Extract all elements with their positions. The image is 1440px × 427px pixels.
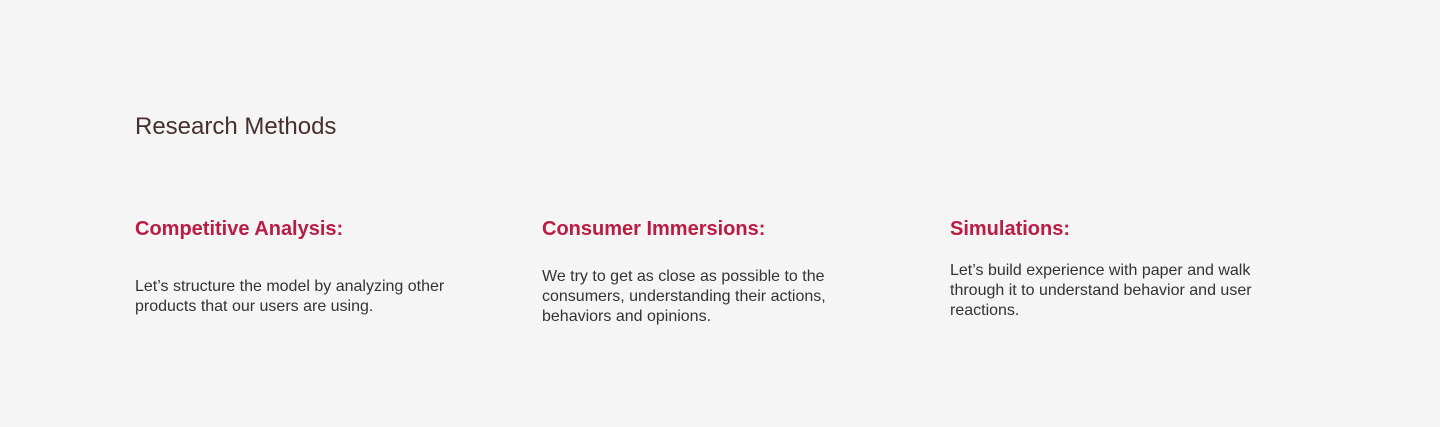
method-title: Simulations:: [950, 218, 1071, 240]
method-description: Let’s structure the model by analyzing o…: [135, 278, 445, 315]
section-title: Research Methods: [135, 113, 337, 140]
method-description: We try to get as close as possible to th…: [542, 268, 826, 325]
method-description: Let’s build experience with paper and wa…: [950, 262, 1252, 319]
method-title: Competitive Analysis:: [135, 218, 344, 240]
method-title: Consumer Immersions:: [542, 218, 766, 240]
